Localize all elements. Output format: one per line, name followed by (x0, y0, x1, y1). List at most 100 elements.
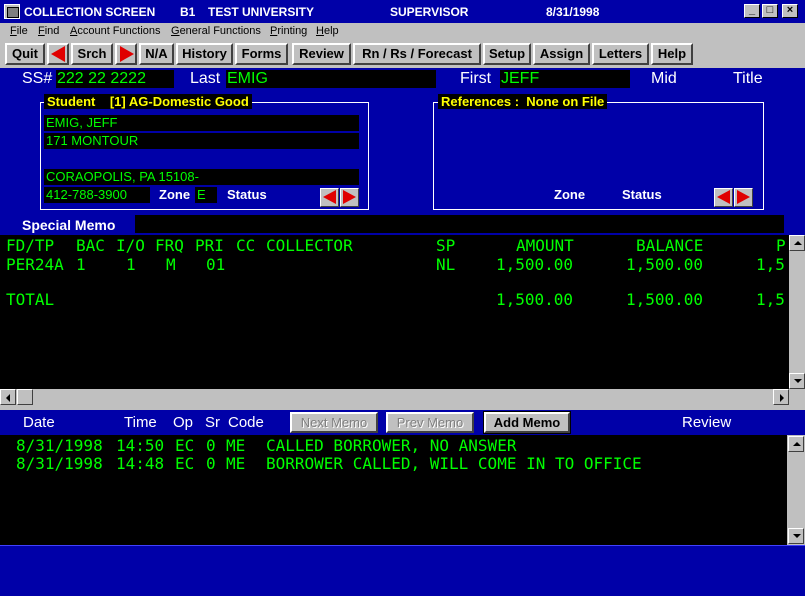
student-name-field[interactable]: EMIG, JEFF (44, 115, 359, 131)
previous-record-button[interactable] (47, 43, 69, 65)
memo-code: ME (226, 436, 246, 455)
menu-account-functions[interactable]: Account Functions (70, 25, 161, 37)
grid-header-frq: FRQ (155, 236, 184, 255)
references-status: None on File (526, 94, 605, 109)
menu-bar: File Find Account Functions General Func… (0, 23, 805, 41)
arrow-left-icon (51, 46, 65, 62)
chevron-left-icon (6, 394, 10, 402)
reference-next-button[interactable] (734, 188, 753, 207)
rn-rs-forecast-button[interactable]: Rn / Rs / Forecast (353, 43, 481, 65)
search-button[interactable]: Srch (71, 43, 113, 65)
memo-op: EC (175, 454, 195, 473)
total-balance: 1,500.00 (626, 290, 704, 309)
menu-printing[interactable]: Printing (270, 25, 307, 37)
grid-vertical-scrollbar[interactable] (789, 235, 805, 389)
menu-help[interactable]: Help (316, 25, 339, 37)
forms-button[interactable]: Forms (235, 43, 288, 65)
student-address1-field[interactable]: 171 MONTOUR (44, 133, 359, 149)
row-bac: 1 (76, 255, 86, 274)
reference-zone-label: Zone (554, 187, 586, 202)
setup-button[interactable]: Setup (483, 43, 531, 65)
minimize-button[interactable]: _ (744, 4, 760, 18)
arrow-right-icon (343, 190, 356, 204)
reference-prev-button[interactable] (714, 188, 733, 207)
grid-horizontal-scrollbar[interactable] (0, 389, 789, 405)
memo-op-header: Op (173, 414, 194, 431)
last-name-label: Last (190, 70, 221, 87)
menu-general-functions[interactable]: General Functions (171, 25, 261, 37)
memo-time: 14:48 (116, 454, 165, 473)
scroll-left-button[interactable] (0, 389, 16, 405)
student-city-state-field[interactable]: CORAOPOLIS, PA 15108- (44, 169, 359, 185)
scroll-thumb[interactable] (17, 389, 33, 405)
title-app: COLLECTION SCREEN (24, 5, 156, 19)
toolbar: Quit Srch N/A History Forms Review Rn / … (0, 41, 805, 68)
quit-button[interactable]: Quit (5, 43, 45, 65)
row-sp: NL (436, 255, 456, 274)
middle-name-label: Mid (651, 70, 677, 87)
next-memo-button[interactable]: Next Memo (290, 412, 378, 433)
title-date: 8/31/1998 (546, 5, 600, 19)
student-status-code: [1] AG-Domestic Good (109, 94, 249, 109)
ss-label: SS# (22, 70, 53, 87)
memo-text: BORROWER CALLED, WILL COME IN TO OFFICE (266, 454, 642, 473)
student-group-title: Student [1] AG-Domestic Good (44, 94, 252, 109)
first-name-label: First (460, 70, 492, 87)
memo-sr: 0 (206, 454, 216, 473)
menu-file[interactable]: File (10, 25, 28, 37)
grid-header-amount: AMOUNT (516, 236, 574, 255)
history-button[interactable]: History (176, 43, 233, 65)
menu-find[interactable]: Find (38, 25, 59, 37)
memo-code: ME (226, 454, 246, 473)
memo-code-header: Code (228, 414, 264, 431)
memo-time: 14:50 (116, 436, 165, 455)
maximize-button[interactable]: □ (762, 4, 778, 18)
memo-vertical-scrollbar[interactable] (787, 435, 805, 545)
memo-list: 8/31/1998 14:50 EC 0 ME CALLED BORROWER,… (0, 435, 787, 545)
memo-date: 8/31/1998 (16, 436, 103, 455)
letters-button[interactable]: Letters (592, 43, 649, 65)
ss-field[interactable]: 222 22 2222 (56, 70, 174, 88)
title-role: SUPERVISOR (390, 5, 469, 19)
memo-date-header: Date (23, 414, 55, 431)
student-next-button[interactable] (340, 188, 359, 207)
add-memo-button[interactable]: Add Memo (483, 411, 571, 434)
scroll-up-button[interactable] (788, 436, 804, 452)
scroll-down-button[interactable] (789, 373, 805, 389)
reference-status-label: Status (622, 187, 662, 202)
review-button[interactable]: Review (292, 43, 351, 65)
student-phone-field[interactable]: 412-788-3900 (44, 187, 150, 203)
scroll-up-button[interactable] (789, 235, 805, 251)
memo-date: 8/31/1998 (16, 454, 103, 473)
last-name-field[interactable]: EMIG (226, 70, 436, 88)
borrower-info-panel: SS# 222 22 2222 Last EMIG First JEFF Mid… (0, 68, 805, 235)
first-name-field[interactable]: JEFF (500, 70, 630, 88)
row-fdtp: PER24A (6, 255, 64, 274)
total-label: TOTAL (6, 290, 55, 309)
app-window-icon[interactable] (4, 4, 20, 19)
memo-sr: 0 (206, 436, 216, 455)
title-bar: COLLECTION SCREEN B1 TEST UNIVERSITY SUP… (0, 0, 805, 23)
references-group-label: References : (441, 94, 520, 109)
scroll-right-button[interactable] (773, 389, 789, 405)
special-memo-field[interactable] (135, 215, 784, 233)
grid-header-fdtp: FD/TP (6, 236, 55, 255)
arrow-left-icon (717, 190, 730, 204)
student-group-label: Student (47, 94, 96, 109)
na-button[interactable]: N/A (139, 43, 174, 65)
assign-button[interactable]: Assign (533, 43, 590, 65)
memo-time-header: Time (124, 414, 157, 431)
scroll-down-button[interactable] (788, 528, 804, 544)
chevron-up-icon (794, 241, 802, 245)
scroll-corner (789, 389, 805, 405)
next-record-button[interactable] (115, 43, 137, 65)
grid-header-balance: BALANCE (636, 236, 704, 255)
help-button[interactable]: Help (651, 43, 693, 65)
student-zone-field[interactable]: E (195, 187, 217, 203)
close-button[interactable]: × (782, 4, 798, 18)
student-prev-button[interactable] (320, 188, 339, 207)
title-label: Title (733, 70, 763, 87)
chevron-down-icon (793, 534, 801, 538)
arrow-right-icon (120, 46, 134, 62)
prev-memo-button[interactable]: Prev Memo (386, 412, 474, 433)
